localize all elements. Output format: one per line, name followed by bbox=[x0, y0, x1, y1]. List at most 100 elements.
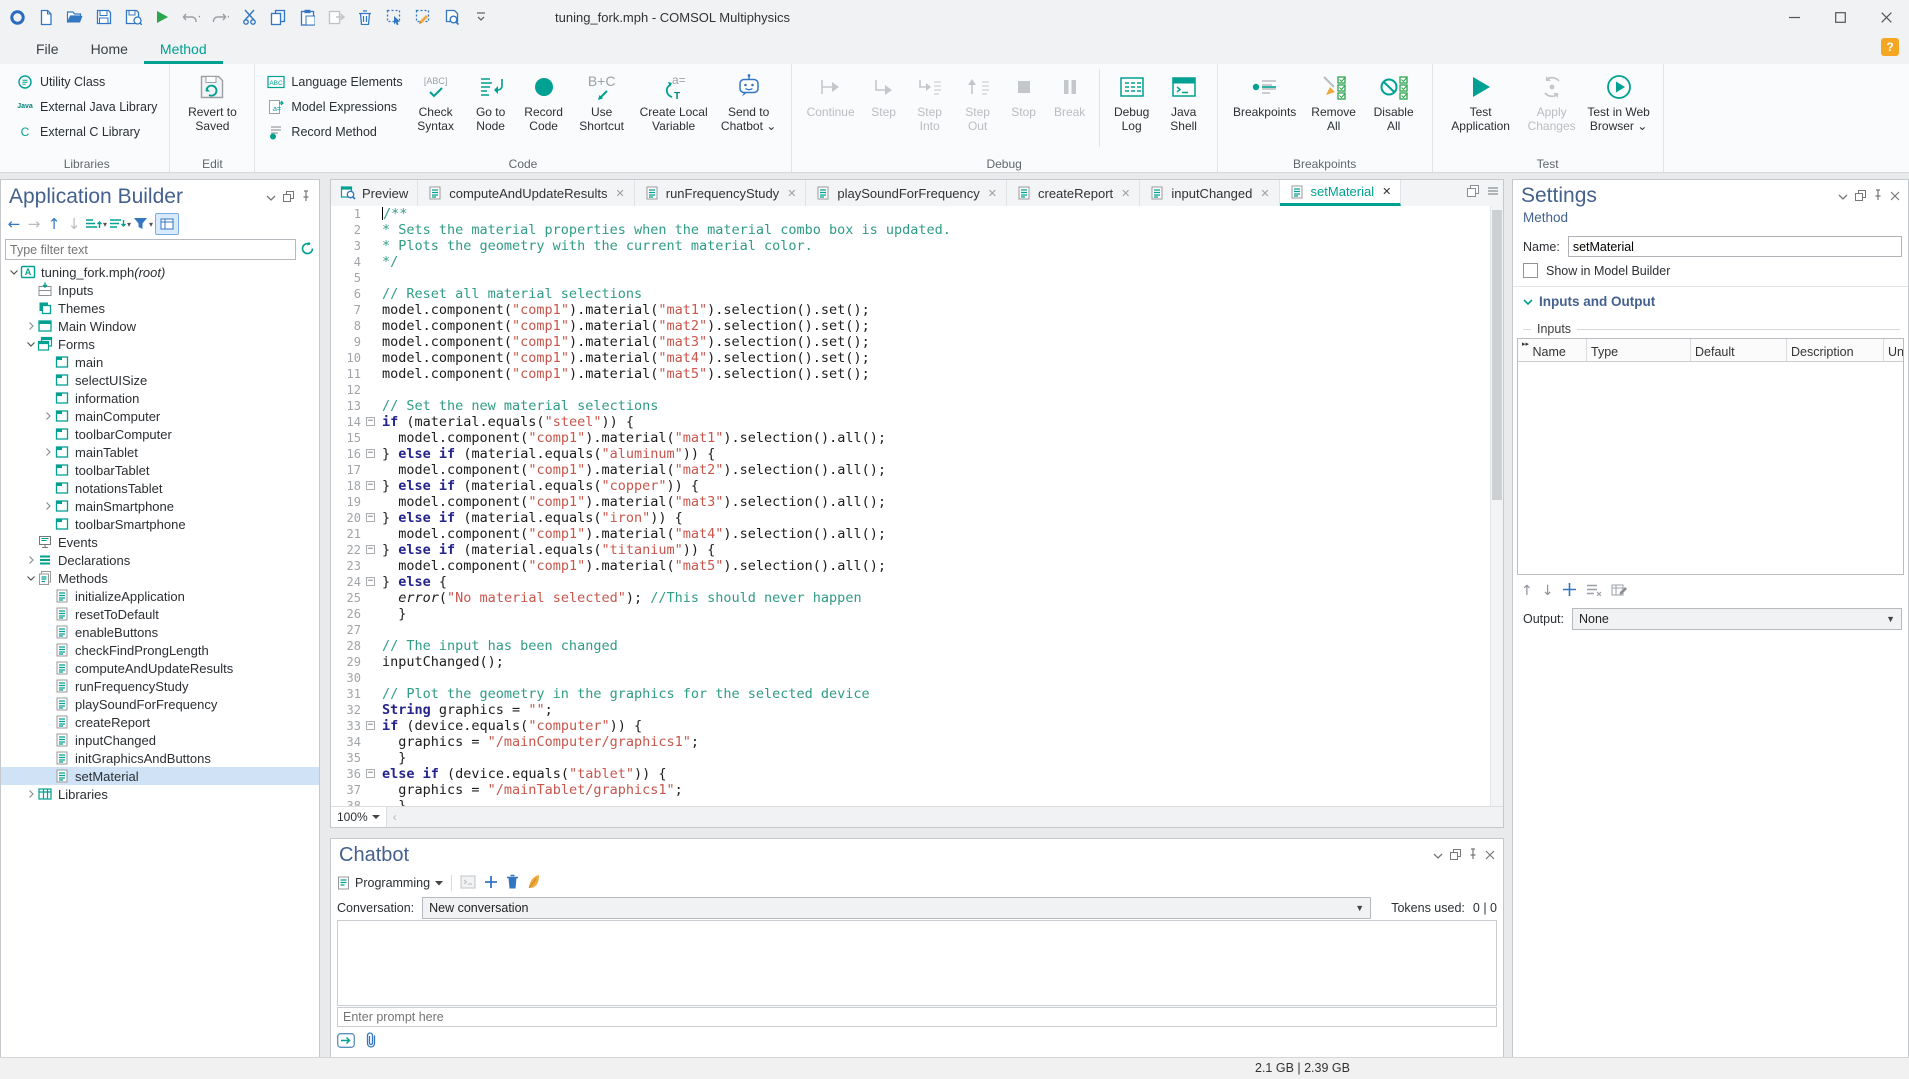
panel-menu-icon[interactable] bbox=[266, 190, 276, 205]
language-elements-button[interactable]: ABCLanguage Elements bbox=[263, 69, 406, 94]
paste-icon[interactable] bbox=[298, 8, 316, 26]
close-icon[interactable] bbox=[1890, 189, 1900, 204]
code-line-12[interactable]: 12 bbox=[331, 382, 1491, 398]
tree-item-initializeApplication[interactable]: initializeApplication bbox=[1, 587, 319, 605]
maximize-button[interactable] bbox=[1817, 0, 1863, 34]
new-conversation-icon[interactable] bbox=[484, 875, 498, 892]
code-line-19[interactable]: 19 model.component("comp1").material("ma… bbox=[331, 494, 1491, 510]
fold-toggle[interactable]: − bbox=[364, 478, 377, 494]
utility-class-button[interactable]: Utility Class bbox=[12, 69, 161, 94]
tree-item-setMaterial[interactable]: setMaterial bbox=[1, 767, 319, 785]
close-tab-icon[interactable]: ✕ bbox=[1382, 185, 1391, 198]
filter-icon[interactable]: ▾ bbox=[133, 214, 153, 234]
close-button[interactable] bbox=[1863, 0, 1909, 34]
method-name-input[interactable] bbox=[1568, 236, 1902, 257]
inputs-and-output-section[interactable]: Inputs and Output bbox=[1523, 294, 1655, 309]
fold-toggle[interactable]: − bbox=[364, 414, 377, 430]
undo-icon[interactable] bbox=[182, 8, 200, 26]
test-web-browser-button[interactable]: Test in Web Browser ⌄ bbox=[1583, 67, 1655, 134]
panel-menu-icon[interactable] bbox=[1838, 189, 1848, 204]
test-application-button[interactable]: Test Application bbox=[1441, 67, 1521, 134]
code-line-6[interactable]: 6// Reset all material selections bbox=[331, 286, 1491, 302]
tree-item-createReport[interactable]: createReport bbox=[1, 713, 319, 731]
tree-closed-chevron-icon[interactable] bbox=[24, 788, 37, 801]
code-line-27[interactable]: 27 bbox=[331, 622, 1491, 638]
code-line-21[interactable]: 21 model.component("comp1").material("ma… bbox=[331, 526, 1491, 542]
editor-zoom-control[interactable]: 100% bbox=[331, 807, 387, 827]
tree-closed-chevron-icon[interactable] bbox=[41, 446, 54, 459]
editor-tab-computeAndUpdateResults[interactable]: computeAndUpdateResults✕ bbox=[418, 180, 634, 206]
customize-qat-icon[interactable] bbox=[472, 8, 490, 26]
editor-menu-icon[interactable] bbox=[1487, 185, 1499, 200]
save-icon[interactable] bbox=[95, 8, 113, 26]
external-java-library-button[interactable]: JavaExternal Java Library bbox=[12, 94, 161, 119]
disable-all-button[interactable]: Disable All bbox=[1364, 67, 1424, 134]
code-line-31[interactable]: 31// Plot the geometry in the graphics f… bbox=[331, 686, 1491, 702]
code-line-3[interactable]: 3* Plots the geometry with the current m… bbox=[331, 238, 1491, 254]
minimize-button[interactable] bbox=[1771, 0, 1817, 34]
code-line-29[interactable]: 29inputChanged(); bbox=[331, 654, 1491, 670]
code-line-2[interactable]: 2* Sets the material properties when the… bbox=[331, 222, 1491, 238]
code-line-1[interactable]: 1/** bbox=[331, 206, 1491, 222]
code-line-5[interactable]: 5 bbox=[331, 270, 1491, 286]
delete-icon[interactable] bbox=[356, 8, 374, 26]
code-line-22[interactable]: 22−} else if (material.equals("titanium"… bbox=[331, 542, 1491, 558]
tree-closed-chevron-icon[interactable] bbox=[24, 320, 37, 333]
breakpoints-button[interactable]: Breakpoints bbox=[1226, 67, 1304, 119]
fold-toggle[interactable]: − bbox=[364, 766, 377, 782]
code-line-10[interactable]: 10model.component("comp1").material("mat… bbox=[331, 350, 1491, 366]
close-tab-icon[interactable]: ✕ bbox=[616, 187, 625, 200]
code-line-15[interactable]: 15 model.component("comp1").material("ma… bbox=[331, 430, 1491, 446]
code-line-34[interactable]: 34 graphics = "/mainComputer/graphics1"; bbox=[331, 734, 1491, 750]
toggle-editor-tools-icon[interactable] bbox=[155, 213, 179, 235]
brush-select-icon[interactable] bbox=[414, 8, 432, 26]
tree-item-information[interactable]: information bbox=[1, 389, 319, 407]
editor-tab-Preview[interactable]: Preview bbox=[331, 180, 418, 206]
fold-toggle[interactable]: − bbox=[364, 446, 377, 462]
cut-icon[interactable] bbox=[240, 8, 258, 26]
tab-method[interactable]: Method bbox=[144, 36, 223, 64]
tree-item-checkFindProngLength[interactable]: checkFindProngLength bbox=[1, 641, 319, 659]
inputs-table[interactable]: ▸▸ Name Type Default Description Unit bbox=[1517, 338, 1904, 575]
tree-closed-chevron-icon[interactable] bbox=[41, 410, 54, 423]
code-line-26[interactable]: 26 } bbox=[331, 606, 1491, 622]
help-button[interactable]: ? bbox=[1881, 38, 1899, 56]
new-file-icon[interactable] bbox=[37, 8, 55, 26]
tree-open-chevron-icon[interactable] bbox=[24, 338, 37, 351]
code-line-30[interactable]: 30 bbox=[331, 670, 1491, 686]
copy-icon[interactable] bbox=[269, 8, 287, 26]
editor-tab-createReport[interactable]: createReport✕ bbox=[1007, 180, 1140, 206]
close-tab-icon[interactable]: ✕ bbox=[988, 187, 997, 200]
tree-item-Declarations[interactable]: Declarations bbox=[1, 551, 319, 569]
tree-item-tuning_fork.mph[interactable]: Atuning_fork.mph (root) bbox=[1, 263, 319, 281]
close-tab-icon[interactable]: ✕ bbox=[1260, 187, 1269, 200]
code-line-16[interactable]: 16−} else if (material.equals("aluminum"… bbox=[331, 446, 1491, 462]
show-in-model-builder-checkbox[interactable] bbox=[1523, 263, 1538, 278]
tree-item-enableButtons[interactable]: enableButtons bbox=[1, 623, 319, 641]
tree-item-toolbarTablet[interactable]: toolbarTablet bbox=[1, 461, 319, 479]
code-line-25[interactable]: 25 error("No material selected"); //This… bbox=[331, 590, 1491, 606]
conversation-select[interactable]: New conversation ▼ bbox=[422, 897, 1371, 919]
tree-item-inputChanged[interactable]: inputChanged bbox=[1, 731, 319, 749]
output-select[interactable]: None ▼ bbox=[1572, 608, 1902, 630]
remove-all-button[interactable]: Remove All bbox=[1304, 67, 1364, 134]
open-file-icon[interactable] bbox=[66, 8, 84, 26]
debug-log-button[interactable]: Debug Log bbox=[1105, 67, 1159, 134]
fold-toggle[interactable]: − bbox=[364, 542, 377, 558]
code-line-9[interactable]: 9model.component("comp1").material("mat3… bbox=[331, 334, 1491, 350]
filter-input[interactable] bbox=[5, 239, 296, 260]
tree-item-Inputs[interactable]: Inputs bbox=[1, 281, 319, 299]
code-editor[interactable]: 1/**2* Sets the material properties when… bbox=[331, 206, 1491, 807]
move-up-icon[interactable]: ↑ bbox=[45, 214, 63, 234]
prompt-input[interactable] bbox=[337, 1007, 1497, 1027]
fold-toggle[interactable]: − bbox=[364, 574, 377, 590]
record-method-button[interactable]: Record Method bbox=[263, 119, 406, 144]
tree-item-initGraphicsAndButtons[interactable]: initGraphicsAndButtons bbox=[1, 749, 319, 767]
code-line-20[interactable]: 20−} else if (material.equals("iron")) { bbox=[331, 510, 1491, 526]
float-icon[interactable] bbox=[283, 190, 294, 205]
tree-item-Events[interactable]: Events bbox=[1, 533, 319, 551]
tab-file[interactable]: File bbox=[20, 36, 75, 64]
code-line-8[interactable]: 8model.component("comp1").material("mat2… bbox=[331, 318, 1491, 334]
editor-tab-playSoundForFrequency[interactable]: playSoundForFrequency✕ bbox=[806, 180, 1007, 206]
editor-tab-setMaterial[interactable]: setMaterial✕ bbox=[1280, 180, 1402, 206]
